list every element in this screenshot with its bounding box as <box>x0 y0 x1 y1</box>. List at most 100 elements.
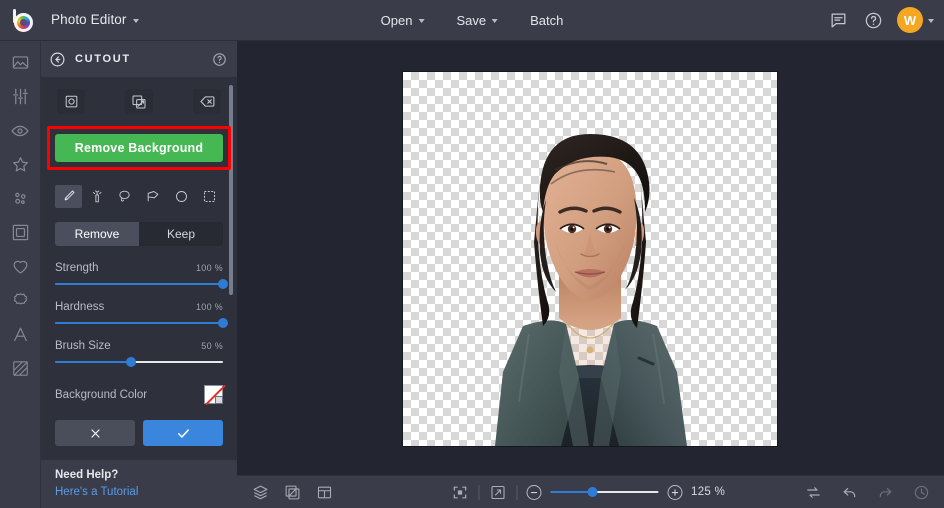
sidebar-item-frames[interactable] <box>5 221 35 244</box>
redo-arrow-icon[interactable] <box>876 483 895 502</box>
top-bar: Photo Editor Open Save Batch W <box>0 0 944 41</box>
slider-hardness-value: 100 % <box>195 302 223 312</box>
sidebar-item-adjust[interactable] <box>5 85 35 108</box>
tutorial-link[interactable]: Here's a Tutorial <box>55 486 138 498</box>
slider-strength-knob[interactable] <box>218 279 228 289</box>
sidebar-item-effects[interactable] <box>5 153 35 176</box>
app-logo[interactable] <box>0 8 42 32</box>
segment-remove[interactable]: Remove <box>55 222 139 246</box>
slider-hardness-track[interactable] <box>55 318 228 328</box>
slider-brush-size-knob[interactable] <box>125 357 136 367</box>
remove-background-highlight: Remove Background <box>47 126 231 170</box>
batch-button[interactable]: Batch <box>519 7 574 34</box>
panel-action-row <box>55 420 223 446</box>
save-button-label: Save <box>456 12 487 28</box>
slider-brush-size-label: Brush Size <box>55 340 111 352</box>
sidebar-item-stickers[interactable] <box>5 289 35 312</box>
zoom-level-value: 125 % <box>691 486 726 498</box>
image-canvas[interactable] <box>403 72 777 446</box>
fit-to-screen-icon[interactable] <box>450 483 469 502</box>
bottom-right-tools <box>804 483 931 502</box>
crop-arrow-icon[interactable] <box>283 483 302 502</box>
tool-rectangle-select[interactable] <box>196 185 223 208</box>
tool-ellipse-select[interactable] <box>168 185 195 208</box>
slider-strength-value: 100 % <box>195 263 223 273</box>
remove-background-button[interactable]: Remove Background <box>55 134 223 162</box>
sidebar-item-text[interactable] <box>5 323 35 346</box>
slider-brush-size: Brush Size 50 % <box>55 340 223 367</box>
sidebar-item-overlays[interactable] <box>5 255 35 278</box>
zoom-slider[interactable] <box>550 487 658 497</box>
canvas-stage[interactable] <box>237 41 944 475</box>
layers-icon[interactable] <box>251 483 270 502</box>
undo-arrow-icon[interactable] <box>840 483 859 502</box>
zoom-controls: 125 % <box>450 483 731 502</box>
top-bar-center-actions: Open Save Batch <box>370 7 575 34</box>
panel-body: Remove Background Remove Keep Strength 1… <box>41 77 237 460</box>
question-circle-icon[interactable] <box>862 9 884 31</box>
slider-brush-size-value: 50 % <box>201 341 223 351</box>
slider-brush-size-track[interactable] <box>55 357 223 367</box>
tool-polygon-lasso[interactable] <box>140 185 167 208</box>
bottom-toolbar: 125 % <box>237 475 944 508</box>
app-title-menu[interactable]: Photo Editor <box>42 7 148 33</box>
avatar[interactable]: W <box>897 7 923 33</box>
panel-scrollbar-thumb[interactable] <box>229 85 233 295</box>
color-wheel-logo-icon <box>10 8 33 32</box>
swap-arrows-icon[interactable] <box>804 483 823 502</box>
sidebar-item-image[interactable] <box>5 51 35 74</box>
app-title-label: Photo Editor <box>51 12 127 27</box>
chevron-down-icon <box>418 19 425 23</box>
brush-tool-row <box>55 185 223 208</box>
divider <box>516 484 517 500</box>
save-button[interactable]: Save <box>445 7 509 34</box>
zoom-out-button[interactable] <box>526 484 541 500</box>
remove-background-label: Remove Background <box>74 141 204 155</box>
apply-button[interactable] <box>143 420 223 446</box>
zoom-slider-knob[interactable] <box>587 487 597 497</box>
batch-button-label: Batch <box>530 12 564 28</box>
background-color-swatch[interactable] <box>204 384 226 406</box>
open-button-label: Open <box>380 12 413 28</box>
bottom-left-tools <box>237 483 334 502</box>
sidebar-item-retouch[interactable] <box>5 119 35 142</box>
question-circle-icon[interactable] <box>212 52 227 67</box>
cutout-panel: CUTOUT Remove Background Remove Keep Str… <box>41 41 237 508</box>
plus-icon <box>671 488 678 496</box>
tool-magic-wand[interactable] <box>83 185 110 208</box>
chat-bubble-icon[interactable] <box>827 9 849 31</box>
chevron-down-icon[interactable] <box>928 19 934 23</box>
mode-replace-background[interactable] <box>125 89 153 114</box>
mode-cutout[interactable] <box>57 89 85 114</box>
remove-keep-segmented: Remove Keep <box>55 222 223 246</box>
expand-arrow-icon[interactable] <box>488 483 507 502</box>
slider-strength-label: Strength <box>55 262 99 274</box>
cancel-button[interactable] <box>55 420 135 446</box>
slider-strength-track[interactable] <box>55 279 228 289</box>
page-title: CUTOUT <box>75 53 131 65</box>
tool-lasso[interactable] <box>111 185 138 208</box>
portrait-photo-woman-in-grey-blazer <box>403 72 777 446</box>
segment-remove-label: Remove <box>74 227 120 241</box>
open-button[interactable]: Open <box>370 7 436 34</box>
top-bar-right-actions: W <box>827 7 934 33</box>
panel-scrollbar[interactable] <box>229 81 235 414</box>
background-color-label: Background Color <box>55 388 148 401</box>
need-help-label: Need Help? <box>55 469 119 481</box>
portrait-illustration <box>495 134 687 446</box>
segment-keep[interactable]: Keep <box>139 222 223 246</box>
layout-panels-icon[interactable] <box>315 483 334 502</box>
slider-strength: Strength 100 % <box>55 262 228 289</box>
panel-header: CUTOUT <box>41 41 237 77</box>
slider-hardness-knob[interactable] <box>218 318 228 328</box>
tool-brush[interactable] <box>55 185 83 208</box>
arrow-left-circle-icon[interactable] <box>47 49 67 69</box>
zoom-in-button[interactable] <box>667 484 682 500</box>
sidebar-item-texture[interactable] <box>5 357 35 380</box>
mode-clear[interactable] <box>193 89 221 114</box>
minus-icon <box>530 491 537 493</box>
cutout-mode-row <box>57 89 221 114</box>
sidebar-item-particles[interactable] <box>5 187 35 210</box>
clock-history-icon[interactable] <box>912 483 931 502</box>
check-icon <box>177 428 189 438</box>
